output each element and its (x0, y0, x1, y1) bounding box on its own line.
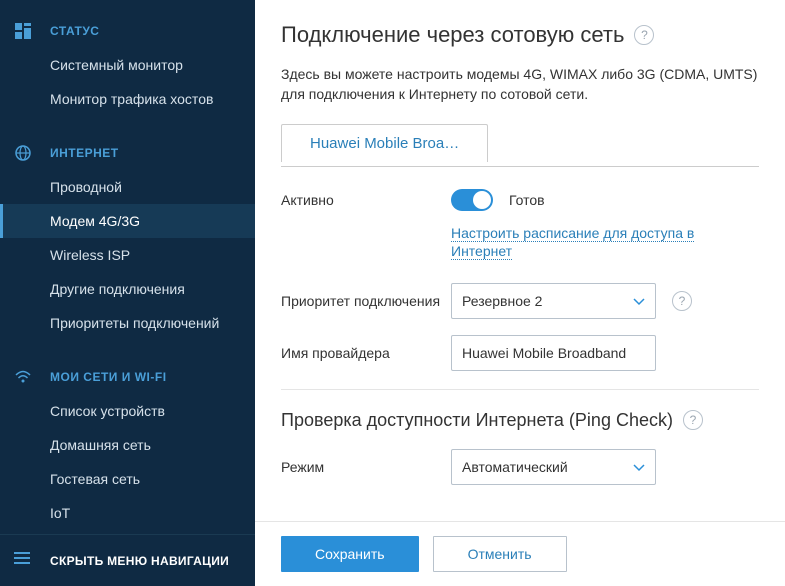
section-header-wifi: МОИ СЕТИ И WI-FI (0, 358, 255, 394)
mode-value: Автоматический (462, 459, 568, 475)
save-button[interactable]: Сохранить (281, 536, 419, 572)
provider-row: Имя провайдера Huawei Mobile Broadband (281, 335, 759, 371)
section-title: СТАТУС (50, 24, 99, 38)
mode-row: Режим Автоматический (281, 449, 759, 485)
page-title: Подключение через сотовую сеть (281, 22, 624, 48)
sidebar-item-wired[interactable]: Проводной (0, 170, 255, 204)
sidebar-item-iot[interactable]: IoT (0, 496, 255, 530)
chevron-down-icon (633, 459, 645, 475)
section-title: ИНТЕРНЕТ (50, 146, 119, 160)
schedule-link[interactable]: Настроить расписание для доступа в Интер… (451, 225, 694, 260)
help-icon[interactable]: ? (683, 410, 703, 430)
menu-icon (14, 551, 32, 570)
tabs: Huawei Mobile Broa… (281, 123, 759, 167)
sidebar-item-system-monitor[interactable]: Системный монитор (0, 48, 255, 82)
sidebar-item-device-list[interactable]: Список устройств (0, 394, 255, 428)
mode-select[interactable]: Автоматический (451, 449, 656, 485)
ping-check-title: Проверка доступности Интернета (Ping Che… (281, 410, 673, 431)
page-description: Здесь вы можете настроить модемы 4G, WIM… (281, 64, 759, 105)
sidebar-item-other-connections[interactable]: Другие подключения (0, 272, 255, 306)
provider-label: Имя провайдера (281, 345, 451, 361)
sidebar-item-connection-priorities[interactable]: Приоритеты подключений (0, 306, 255, 340)
section-header-internet: ИНТЕРНЕТ (0, 134, 255, 170)
globe-icon (14, 144, 32, 162)
wifi-icon (14, 368, 32, 386)
ping-check-section: Проверка доступности Интернета (Ping Che… (281, 389, 759, 485)
provider-value: Huawei Mobile Broadband (462, 345, 626, 361)
tab-modem[interactable]: Huawei Mobile Broa… (281, 124, 488, 162)
content-area: Подключение через сотовую сеть ? Здесь в… (255, 0, 785, 521)
hide-nav-label: СКРЫТЬ МЕНЮ НАВИГАЦИИ (50, 554, 229, 568)
sidebar-item-modem-4g-3g[interactable]: Модем 4G/3G (0, 204, 255, 238)
sidebar-item-wireless-isp[interactable]: Wireless ISP (0, 238, 255, 272)
chevron-down-icon (633, 293, 645, 309)
help-icon[interactable]: ? (672, 291, 692, 311)
priority-row: Приоритет подключения Резервное 2 ? (281, 283, 759, 319)
page-title-row: Подключение через сотовую сеть ? (281, 22, 759, 48)
active-label: Активно (281, 192, 451, 208)
active-toggle[interactable] (451, 189, 493, 211)
priority-label: Приоритет подключения (281, 293, 451, 309)
cancel-button[interactable]: Отменить (433, 536, 567, 572)
sidebar-item-traffic-monitor[interactable]: Монитор трафика хостов (0, 82, 255, 116)
sidebar-item-guest-network[interactable]: Гостевая сеть (0, 462, 255, 496)
dashboard-icon (14, 22, 32, 40)
sidebar-item-home-network[interactable]: Домашняя сеть (0, 428, 255, 462)
section-title: МОИ СЕТИ И WI-FI (50, 370, 167, 384)
footer-buttons: Сохранить Отменить (255, 521, 785, 586)
main-panel: Подключение через сотовую сеть ? Здесь в… (255, 0, 785, 586)
schedule-link-row: Настроить расписание для доступа в Интер… (281, 225, 759, 261)
section-header-status: СТАТУС (0, 12, 255, 48)
hide-nav-button[interactable]: СКРЫТЬ МЕНЮ НАВИГАЦИИ (0, 534, 255, 586)
provider-input[interactable]: Huawei Mobile Broadband (451, 335, 656, 371)
help-icon[interactable]: ? (634, 25, 654, 45)
sidebar: СТАТУС Системный монитор Монитор трафика… (0, 0, 255, 586)
priority-value: Резервное 2 (462, 293, 542, 309)
priority-select[interactable]: Резервное 2 (451, 283, 656, 319)
active-row: Активно Готов (281, 189, 759, 211)
sidebar-scroll: СТАТУС Системный монитор Монитор трафика… (0, 0, 255, 534)
status-text: Готов (509, 192, 545, 208)
mode-label: Режим (281, 459, 451, 475)
